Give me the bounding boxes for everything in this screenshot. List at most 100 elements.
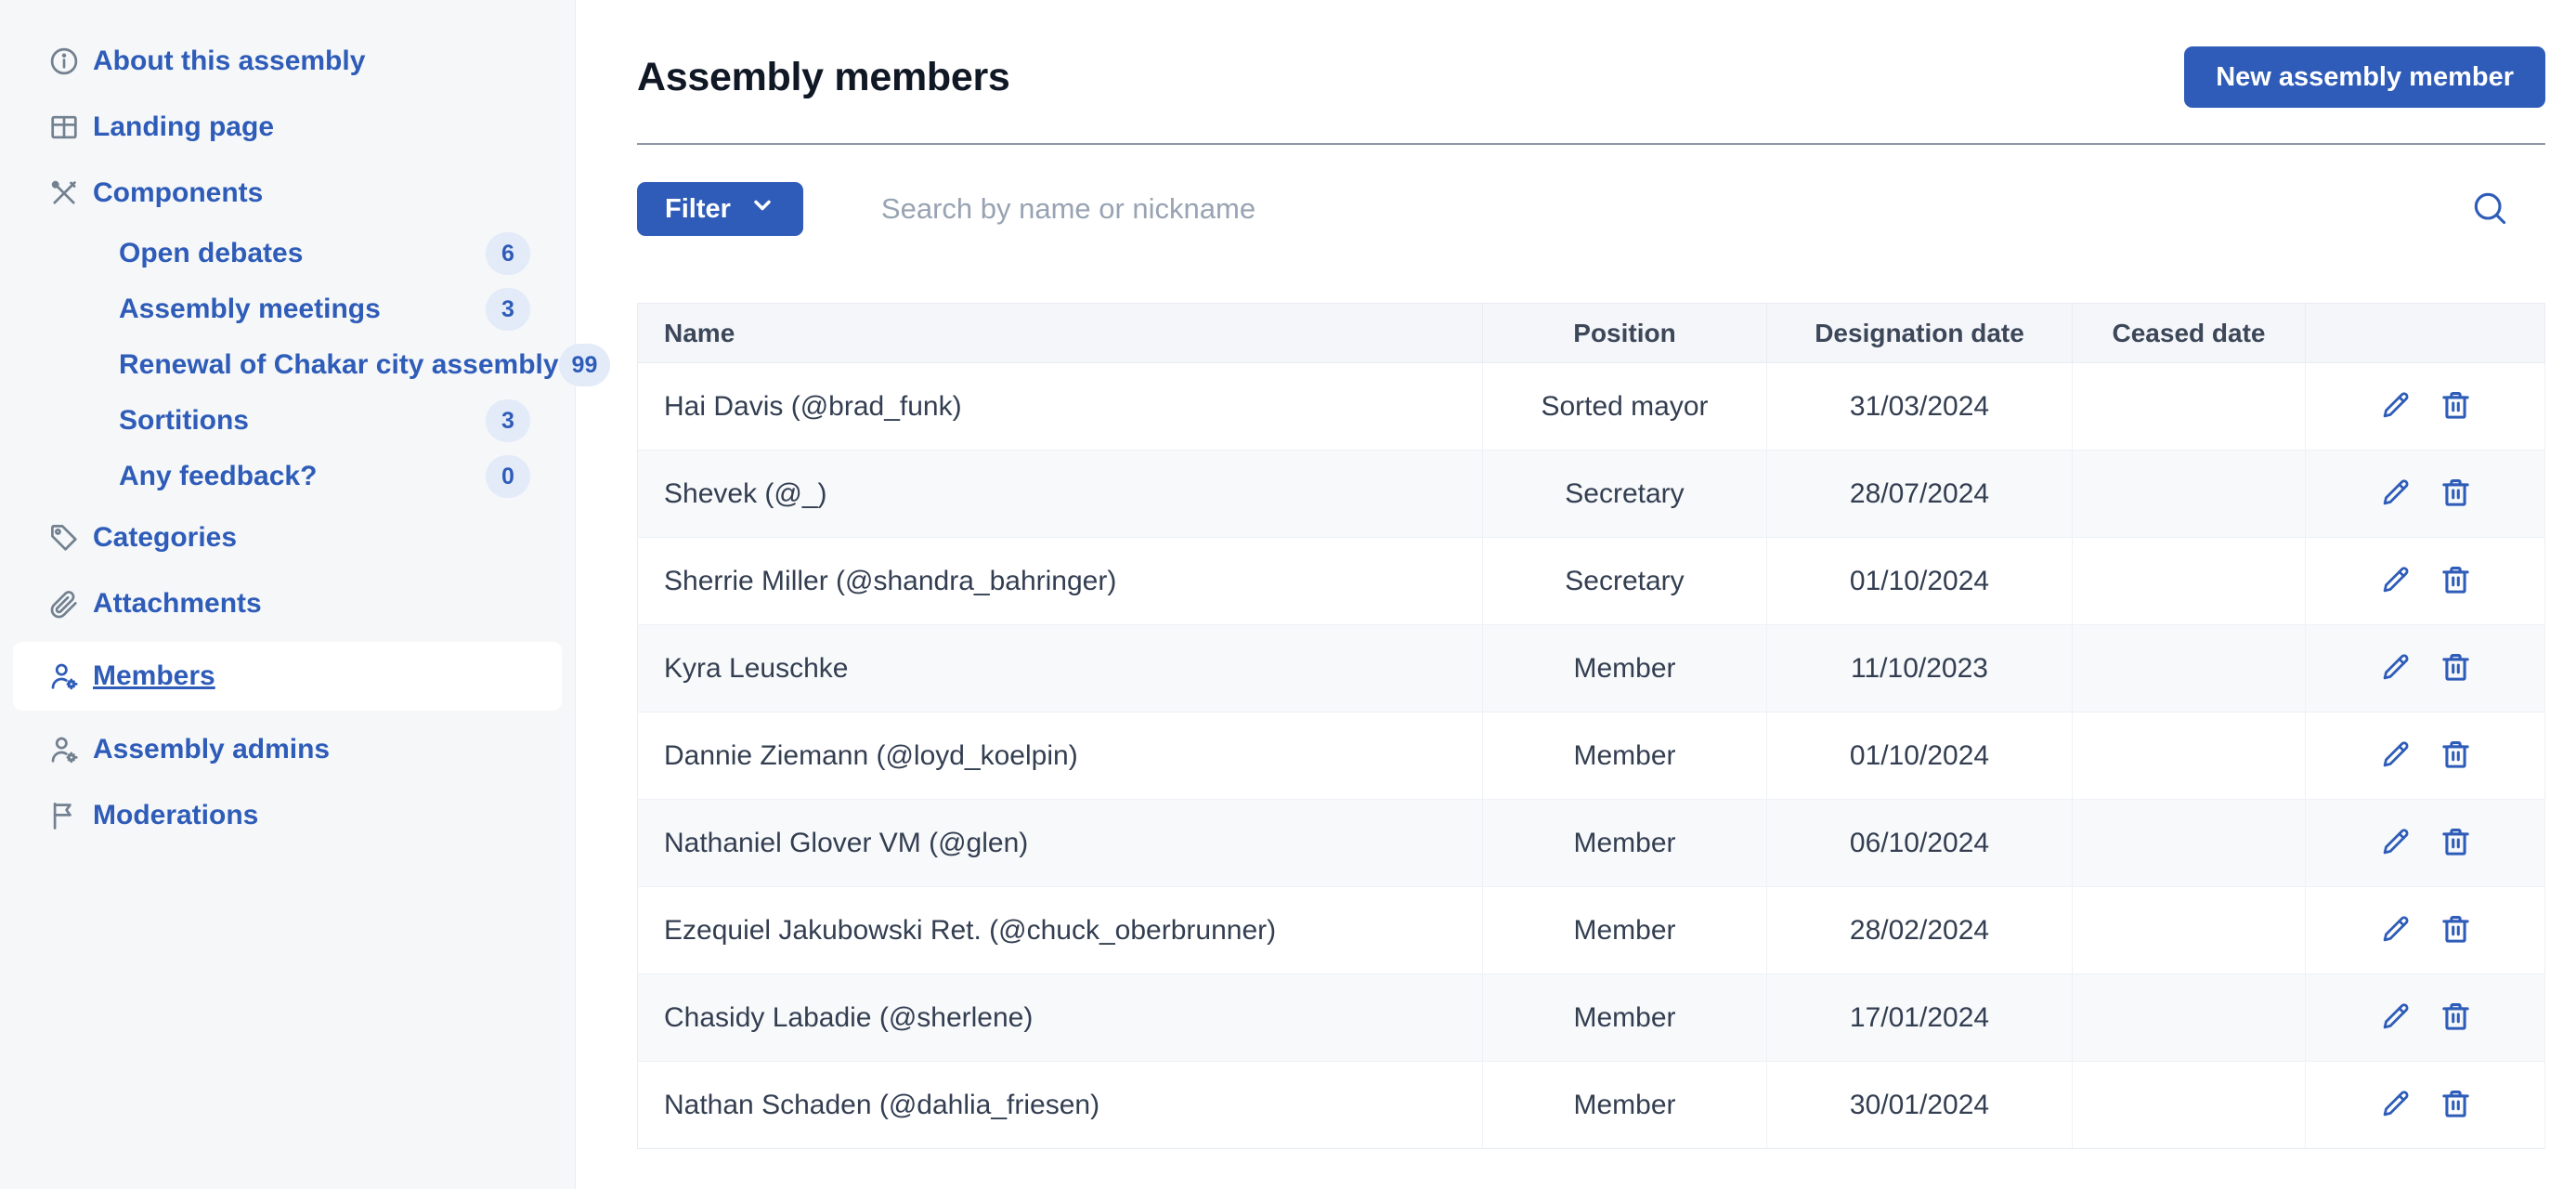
member-ceased-date-cell [2072, 537, 2306, 625]
member-actions-cell [2305, 799, 2545, 887]
tag-icon [46, 520, 82, 555]
member-designation-date-cell: 17/01/2024 [1766, 973, 2073, 1062]
sidebar-item-about-this-assembly[interactable]: About this assembly [0, 28, 575, 94]
delete-member-button[interactable] [2439, 1087, 2473, 1124]
member-position-cell: Member [1482, 973, 1767, 1062]
sidebar-item-assembly-meetings[interactable]: Assembly meetings 3 [0, 281, 575, 337]
filter-button[interactable]: Filter [637, 182, 803, 236]
sidebar-item-moderations[interactable]: Moderations [0, 782, 575, 848]
trash-icon [2439, 912, 2473, 949]
pencil-icon [2378, 825, 2413, 862]
column-header-actions [2305, 303, 2545, 363]
sidebar-item-assembly-admins[interactable]: Assembly admins [0, 716, 575, 782]
member-position-cell: Member [1482, 1061, 1767, 1149]
edit-member-button[interactable] [2378, 738, 2413, 775]
member-actions-cell [2305, 537, 2545, 625]
trash-icon [2439, 388, 2473, 425]
sidebar-item-label: Assembly meetings [119, 294, 381, 324]
delete-member-button[interactable] [2439, 738, 2473, 775]
member-name-cell: Dannie Ziemann (@loyd_koelpin) [637, 712, 1483, 800]
new-assembly-member-button[interactable]: New assembly member [2184, 46, 2545, 108]
member-designation-date-cell: 01/10/2024 [1766, 537, 2073, 625]
search-icon [2469, 188, 2510, 231]
sidebar-item-open-debates[interactable]: Open debates 6 [0, 226, 575, 281]
sidebar-item-any-feedback[interactable]: Any feedback? 0 [0, 449, 575, 504]
member-actions-cell [2305, 1061, 2545, 1149]
user-gear-icon [46, 659, 82, 694]
count-badge: 3 [486, 399, 530, 442]
sidebar-item-categories[interactable]: Categories [0, 504, 575, 570]
edit-member-button[interactable] [2378, 650, 2413, 687]
member-designation-date-cell: 31/03/2024 [1766, 362, 2073, 451]
edit-member-button[interactable] [2378, 825, 2413, 862]
member-name-cell: Sherrie Miller (@shandra_bahringer) [637, 537, 1483, 625]
member-ceased-date-cell [2072, 362, 2306, 451]
members-table-body: Hai Davis (@brad_funk) Sorted mayor 31/03/… [637, 362, 2545, 1149]
edit-member-button[interactable] [2378, 476, 2413, 513]
member-position-cell: Secretary [1482, 450, 1767, 538]
delete-member-button[interactable] [2439, 1000, 2473, 1037]
info-icon [46, 44, 82, 79]
delete-member-button[interactable] [2439, 912, 2473, 949]
trash-icon [2439, 476, 2473, 513]
edit-member-button[interactable] [2378, 563, 2413, 600]
member-name-cell: Ezequiel Jakubowski Ret. (@chuck_oberbru… [637, 886, 1483, 974]
count-badge: 6 [486, 232, 530, 275]
edit-member-button[interactable] [2378, 388, 2413, 425]
member-designation-date-cell: 30/01/2024 [1766, 1061, 2073, 1149]
members-table-head: Name Position Designation date Ceased date [637, 303, 2545, 363]
table-row: Hai Davis (@brad_funk) Sorted mayor 31/03/… [637, 362, 2545, 451]
member-name-cell: Chasidy Labadie (@sherlene) [637, 973, 1483, 1062]
sidebar-item-label: Renewal of Chakar city assembly [119, 349, 559, 380]
member-designation-date-cell: 28/02/2024 [1766, 886, 2073, 974]
members-table: Name Position Designation date Ceased date … [637, 303, 2545, 1149]
column-header-designation-date: Designation date [1766, 303, 2073, 363]
delete-member-button[interactable] [2439, 563, 2473, 600]
pencil-icon [2378, 1087, 2413, 1124]
app-window: About this assembly Landing page Component… [0, 0, 2576, 1189]
member-actions-cell [2305, 624, 2545, 712]
sidebar-item-renewal-of-chakar-city-assembly[interactable]: Renewal of Chakar city assembly 99 [0, 337, 611, 393]
pencil-icon [2378, 650, 2413, 687]
pencil-icon [2378, 1000, 2413, 1037]
member-designation-date-cell: 11/10/2023 [1766, 624, 2073, 712]
sidebar-item-members[interactable]: Members [13, 642, 562, 711]
sidebar-item-attachments[interactable]: Attachments [0, 570, 575, 636]
delete-member-button[interactable] [2439, 476, 2473, 513]
sidebar-item-label: Members [93, 660, 215, 691]
pencil-icon [2378, 563, 2413, 600]
sidebar-item-landing-page[interactable]: Landing page [0, 94, 575, 160]
sidebar-item-sortitions[interactable]: Sortitions 3 [0, 393, 575, 449]
column-header-ceased-date: Ceased date [2072, 303, 2306, 363]
delete-member-button[interactable] [2439, 825, 2473, 862]
member-position-cell: Secretary [1482, 537, 1767, 625]
sidebar-item-label: Attachments [93, 587, 262, 619]
member-name-cell: Nathaniel Glover VM (@glen) [637, 799, 1483, 887]
search-button[interactable] [2469, 188, 2510, 231]
paperclip-icon [46, 586, 82, 621]
member-ceased-date-cell [2072, 973, 2306, 1062]
sidebar-nav: About this assembly Landing page Component… [0, 28, 611, 848]
delete-member-button[interactable] [2439, 388, 2473, 425]
sidebar-item-components[interactable]: Components [0, 160, 575, 226]
member-ceased-date-cell [2072, 799, 2306, 887]
filter-button-label: Filter [665, 193, 731, 224]
delete-member-button[interactable] [2439, 650, 2473, 687]
edit-member-button[interactable] [2378, 1000, 2413, 1037]
count-badge: 0 [486, 455, 530, 498]
layout-grid-icon [46, 110, 82, 145]
member-actions-cell [2305, 450, 2545, 538]
member-designation-date-cell: 01/10/2024 [1766, 712, 2073, 800]
page-header: Assembly members New assembly member [637, 0, 2545, 108]
user-gear-icon [46, 732, 82, 767]
chevron-down-icon [749, 192, 775, 226]
search-input[interactable] [878, 182, 2469, 236]
member-position-cell: Member [1482, 886, 1767, 974]
sidebar-item-label: Assembly admins [93, 733, 331, 764]
pencil-icon [2378, 388, 2413, 425]
member-position-cell: Member [1482, 624, 1767, 712]
pencil-icon [2378, 476, 2413, 513]
table-row: Ezequiel Jakubowski Ret. (@chuck_oberbru… [637, 886, 2545, 974]
edit-member-button[interactable] [2378, 1087, 2413, 1124]
edit-member-button[interactable] [2378, 912, 2413, 949]
